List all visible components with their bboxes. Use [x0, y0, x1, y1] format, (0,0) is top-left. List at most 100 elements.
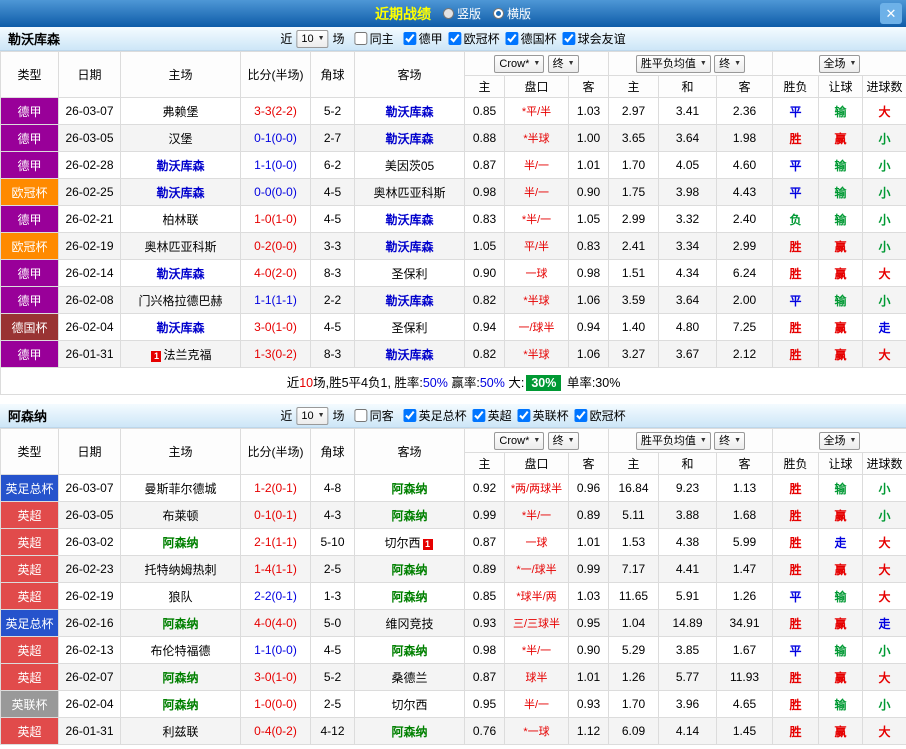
- summary-text: 10: [299, 375, 314, 390]
- league-badge: 英足总杯: [0, 474, 59, 502]
- match-row: 英超 26-02-19 狼队 2-2(0-1) 1-3 阿森纳 0.85 *球半/两 1.03 1…: [0, 582, 906, 610]
- col-eu-home: 主: [608, 452, 659, 475]
- eu-draw-odds: 9.23: [658, 474, 717, 502]
- asia-away-odds: 0.99: [568, 555, 609, 583]
- match-count-select[interactable]: 10 ▼: [296, 29, 329, 48]
- result-goals: 大: [862, 555, 906, 583]
- league-checkbox-input[interactable]: [505, 31, 519, 45]
- asia-handicap: *两/两球半: [504, 474, 569, 502]
- eu-home-odds: 1.75: [608, 178, 659, 206]
- league-badge: 欧冠杯: [0, 178, 59, 206]
- away-team-name: 勒沃库森: [385, 347, 434, 362]
- result-goals: 小: [862, 124, 906, 152]
- layout-vertical-option[interactable]: 竖版: [442, 5, 481, 22]
- match-count-select[interactable]: 10 ▼: [296, 406, 329, 425]
- away-team-name: 阿森纳: [391, 508, 428, 523]
- away-team-cell: 美因茨05: [354, 151, 465, 179]
- bookmaker-select[interactable]: Crow* ▼: [494, 431, 545, 450]
- league-filter-label: 球会友谊: [577, 31, 626, 46]
- home-team-cell: 奥林匹亚科斯: [120, 232, 241, 260]
- result-goals: 小: [862, 205, 906, 233]
- away-team-name: 勒沃库森: [385, 104, 434, 119]
- league-filter-checkbox[interactable]: 欧冠杯: [448, 30, 500, 47]
- asia-handicap: *球半/两: [504, 582, 569, 610]
- asia-home-odds: 0.85: [464, 97, 505, 125]
- eu-away-odds: 2.99: [715, 232, 774, 260]
- home-team-name: 勒沃库森: [156, 320, 205, 335]
- avg-odds-select[interactable]: 胜平负均值 ▼: [635, 431, 711, 450]
- league-checkbox-input[interactable]: [472, 408, 486, 422]
- asia-handicap: *一球: [504, 717, 569, 745]
- eu-home-odds: 5.11: [608, 501, 659, 529]
- same-venue-checkbox-input[interactable]: [354, 409, 368, 422]
- league-checkbox-input[interactable]: [403, 31, 417, 45]
- bookmaker-select[interactable]: Crow* ▼: [494, 54, 545, 73]
- result-goals: 小: [862, 636, 906, 664]
- league-checkbox-input[interactable]: [562, 31, 576, 45]
- same-venue-label: 同主: [369, 32, 394, 46]
- europe-odds-controls: 胜平负均值 ▼ 终 ▼: [607, 428, 774, 453]
- league-badge: 英超: [0, 582, 59, 610]
- result-letball: 赢: [818, 340, 864, 368]
- scope-select[interactable]: 全场 ▼: [818, 431, 861, 450]
- league-checkbox-input[interactable]: [403, 408, 417, 422]
- europe-final-select[interactable]: 终 ▼: [714, 54, 746, 73]
- league-filter-checkbox[interactable]: 球会友谊: [562, 30, 626, 47]
- result-letball: 赢: [818, 313, 864, 341]
- result-wdl: 平: [772, 97, 820, 125]
- corner-cell: 5-10: [310, 528, 355, 556]
- eu-away-odds: 6.24: [715, 259, 774, 287]
- league-checkbox-input[interactable]: [448, 31, 462, 45]
- avg-odds-value: 胜平负均值: [640, 57, 696, 70]
- score-cell: 1-4(1-1): [240, 555, 311, 583]
- same-venue-checkbox[interactable]: 同主: [354, 30, 394, 47]
- summary-text: 50%: [479, 375, 505, 390]
- filter-bar: 近 10 ▼ 场 同客 英足总杯 英超 英联杯 欧冠杯: [280, 406, 626, 425]
- result-letball: 赢: [818, 555, 864, 583]
- result-goals: 大: [862, 340, 906, 368]
- col-home: 主场: [120, 428, 241, 475]
- away-team-cell: 桑德兰: [354, 663, 465, 691]
- league-filter-checkbox[interactable]: 德甲: [403, 30, 443, 47]
- same-venue-checkbox[interactable]: 同客: [354, 407, 394, 424]
- league-filter-checkbox[interactable]: 欧冠杯: [574, 407, 626, 424]
- layout-horizontal-option[interactable]: 横版: [493, 5, 531, 22]
- league-filter-checkbox[interactable]: 英超: [472, 407, 512, 424]
- league-badge: 德甲: [0, 340, 59, 368]
- home-team-name: 阿森纳: [162, 697, 199, 712]
- stats-table: 类型 日期 主场 比分(半场) 角球 客场 Crow* ▼ 终 ▼ 胜平负均值 …: [0, 428, 906, 745]
- asia-final-value: 终: [552, 434, 564, 447]
- league-filter-checkbox[interactable]: 英联杯: [517, 407, 569, 424]
- away-team-cell: 切尔西 1: [354, 528, 465, 556]
- away-team-name: 桑德兰: [391, 670, 428, 685]
- league-filter-checkbox[interactable]: 英足总杯: [403, 407, 467, 424]
- match-row: 英超 26-02-07 阿森纳 3-0(1-0) 5-2 桑德兰 0.87 球半 1.01 1.2…: [0, 663, 906, 691]
- match-date: 26-02-07: [58, 663, 121, 691]
- scope-select[interactable]: 全场 ▼: [818, 54, 861, 73]
- same-venue-checkbox-input[interactable]: [354, 32, 368, 45]
- away-team-name: 维冈竞技: [385, 616, 434, 631]
- col-asia-away: 客: [568, 75, 609, 98]
- result-letball: 输: [818, 582, 864, 610]
- result-wdl: 胜: [772, 474, 820, 502]
- asia-final-select[interactable]: 终 ▼: [547, 54, 579, 73]
- eu-draw-odds: 3.32: [658, 205, 717, 233]
- asia-handicap: *半/一: [504, 205, 569, 233]
- avg-odds-select[interactable]: 胜平负均值 ▼: [635, 54, 711, 73]
- result-wdl: 胜: [772, 690, 820, 718]
- league-checkbox-input[interactable]: [517, 408, 531, 422]
- league-filter-checkbox[interactable]: 德国杯: [505, 30, 557, 47]
- radio-selected-icon[interactable]: [493, 8, 504, 19]
- league-checkbox-input[interactable]: [574, 408, 588, 422]
- col-eu-away: 客: [715, 75, 774, 98]
- col-letball: 让球: [818, 452, 864, 475]
- europe-final-select[interactable]: 终 ▼: [714, 431, 746, 450]
- match-row: 英超 26-03-02 阿森纳 2-1(1-1) 5-10 切尔西 1 0.87 一球 1.01 1…: [0, 528, 906, 556]
- asia-final-select[interactable]: 终 ▼: [547, 431, 579, 450]
- col-score: 比分(半场): [240, 51, 311, 98]
- radio-unselected-icon[interactable]: [442, 8, 454, 19]
- chevron-down-icon: ▼: [567, 436, 575, 444]
- eu-home-odds: 2.41: [608, 232, 659, 260]
- close-button[interactable]: ✕: [880, 3, 902, 24]
- eu-home-odds: 2.97: [608, 97, 659, 125]
